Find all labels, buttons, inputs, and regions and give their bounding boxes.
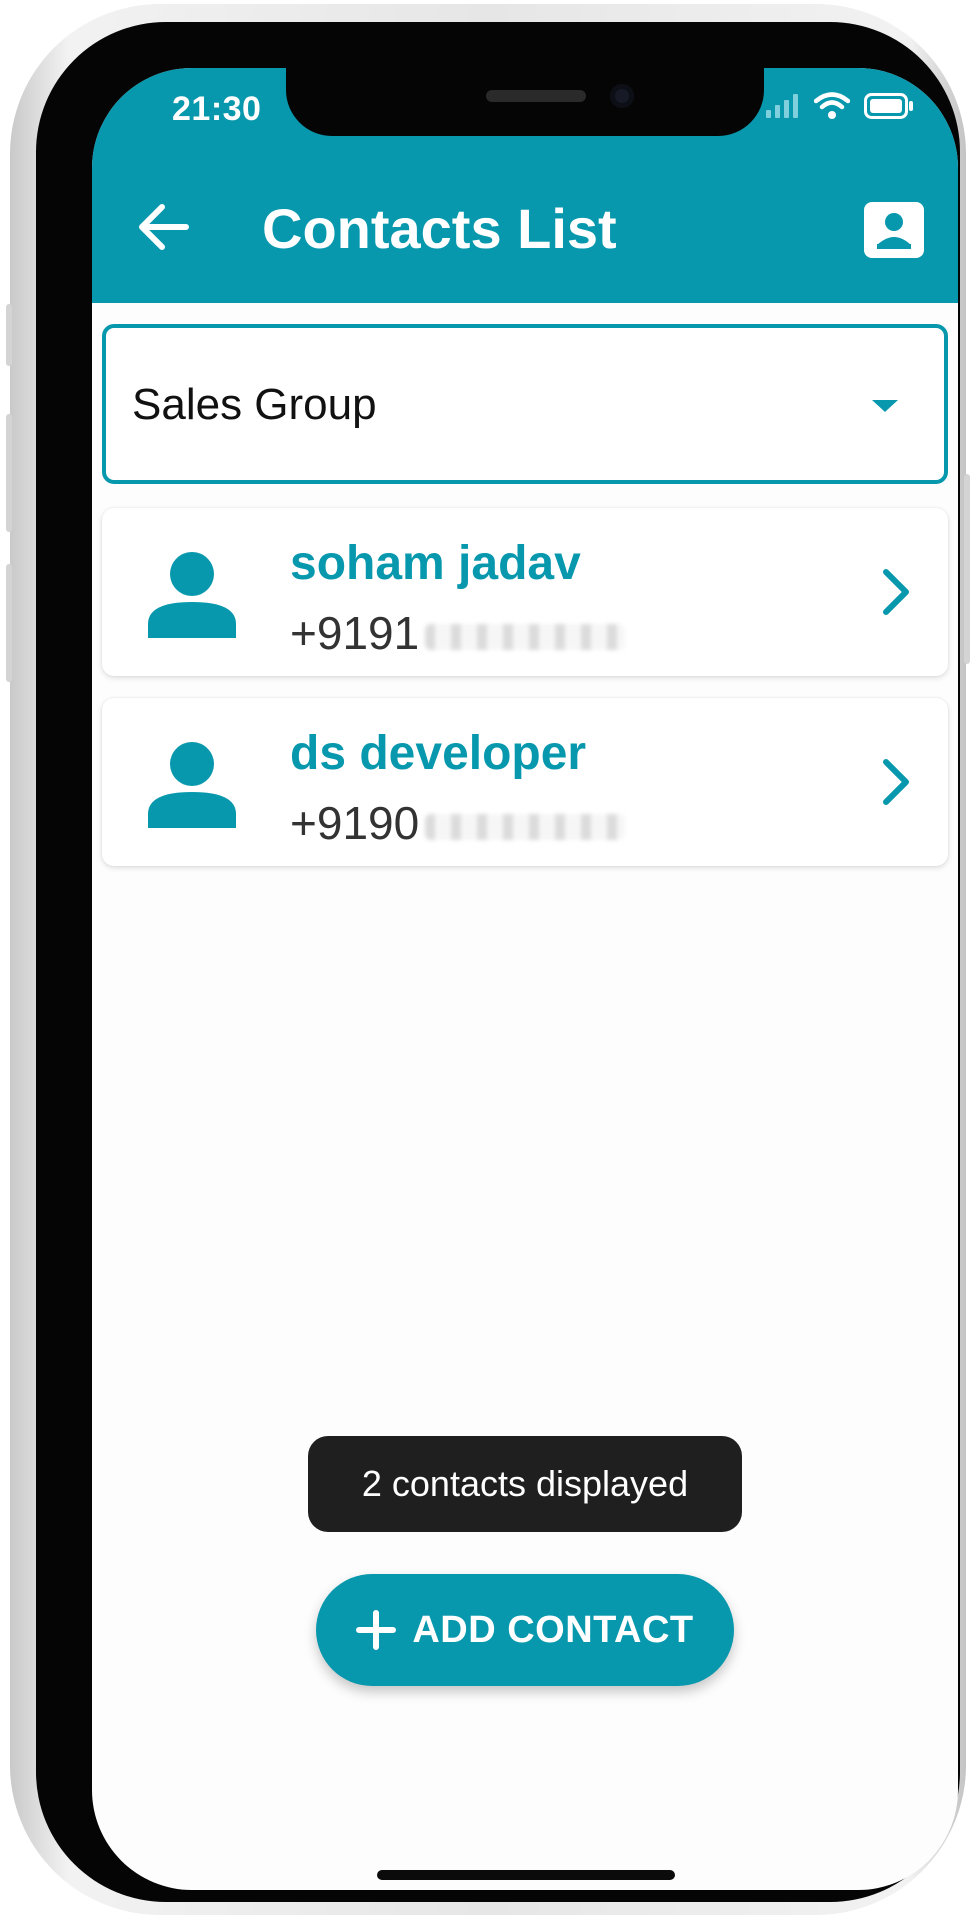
silent-switch — [6, 304, 12, 366]
device-notch — [286, 68, 764, 136]
front-camera — [610, 84, 634, 108]
contact-list-item[interactable]: soham jadav +9191 — [102, 508, 948, 676]
contact-phone: +9191 — [290, 606, 626, 660]
person-icon — [148, 552, 236, 638]
caret-down-icon — [872, 400, 898, 412]
contact-phone-prefix: +9190 — [290, 797, 420, 849]
person-icon — [148, 742, 236, 828]
plus-icon — [356, 1610, 397, 1650]
power-button — [964, 474, 970, 664]
contact-card-button[interactable] — [864, 202, 924, 258]
page-title: Contacts List — [262, 197, 617, 260]
contact-card-icon — [864, 202, 924, 258]
volume-down-button — [6, 564, 12, 682]
app-screen: 21:30 Contacts List Sales Group soham ja… — [92, 68, 958, 1890]
group-dropdown-value: Sales Group — [132, 380, 377, 429]
status-time: 21:30 — [172, 90, 262, 128]
contact-phone-prefix: +9191 — [290, 607, 420, 659]
back-button[interactable] — [128, 192, 198, 262]
chevron-right-icon — [883, 569, 909, 615]
home-indicator[interactable] — [377, 1870, 675, 1880]
add-contact-button[interactable]: ADD CONTACT — [316, 1574, 734, 1686]
toast-message: 2 contacts displayed — [308, 1436, 742, 1532]
battery-icon — [864, 93, 913, 119]
earpiece-speaker — [486, 90, 586, 102]
cellular-signal-icon — [766, 94, 798, 118]
volume-up-button — [6, 414, 12, 532]
wifi-icon — [814, 92, 850, 119]
phone-bezel: 21:30 Contacts List Sales Group soham ja… — [36, 22, 960, 1902]
chevron-right-icon — [883, 759, 909, 805]
contact-name: soham jadav — [290, 537, 581, 590]
add-contact-label: ADD CONTACT — [412, 1608, 694, 1651]
phone-frame: 21:30 Contacts List Sales Group soham ja… — [6, 4, 970, 1915]
contact-phone: +9190 — [290, 796, 626, 850]
arrow-left-icon — [139, 204, 189, 250]
status-icons — [766, 92, 914, 120]
group-dropdown[interactable]: Sales Group — [102, 324, 948, 484]
contact-name: ds developer — [290, 727, 587, 780]
phone-redaction — [425, 623, 626, 650]
phone-redaction — [425, 813, 626, 840]
contact-list-item[interactable]: ds developer +9190 — [102, 698, 948, 866]
